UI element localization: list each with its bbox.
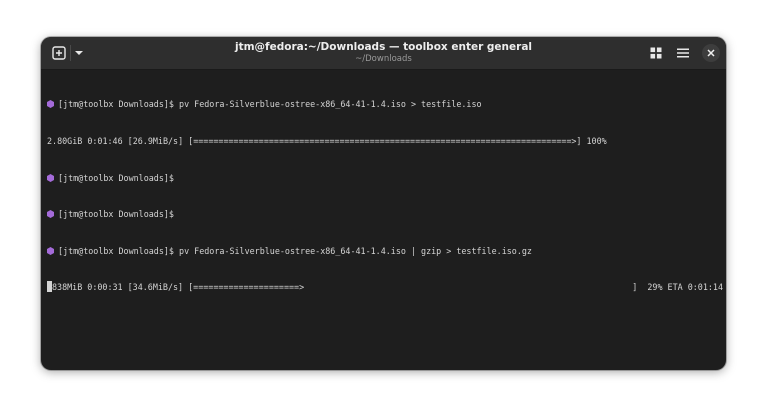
main-menu-button[interactable]	[673, 43, 693, 63]
header-bar: jtm@fedora:~/Downloads — toolbox enter g…	[41, 37, 726, 70]
terminal-line: 838MiB 0:00:31 [34.6MiB/s] [============…	[47, 281, 723, 293]
toolbox-prompt-icon	[47, 100, 54, 109]
terminal-line: 2.80GiB 0:01:46 [26.9MiB/s] [===========…	[47, 135, 723, 147]
terminal-line: [jtm@toolbx Downloads]$	[47, 208, 723, 220]
chevron-down-icon	[75, 51, 83, 55]
prompt-text: [jtm@toolbx Downloads]$	[58, 172, 174, 183]
hamburger-menu-icon	[677, 48, 689, 58]
command-text: pv Fedora-Silverblue-ostree-x86_64-41-1.…	[173, 245, 532, 256]
close-button[interactable]	[702, 44, 720, 62]
terminal-line: [jtm@toolbx Downloads]$	[47, 172, 723, 184]
prompt-text: [jtm@toolbx Downloads]$	[58, 245, 174, 256]
grid-icon	[650, 47, 662, 59]
toolbox-prompt-icon	[47, 210, 54, 219]
new-tab-button[interactable]	[49, 43, 69, 63]
progress-text: 838MiB 0:00:31 [34.6MiB/s] [============…	[52, 282, 305, 293]
window-title: jtm@fedora:~/Downloads — toolbox enter g…	[234, 41, 533, 53]
window-subtitle: ~/Downloads	[355, 54, 412, 64]
prompt-text: [jtm@toolbx Downloads]$	[58, 99, 174, 110]
prompt-text: [jtm@toolbx Downloads]$	[58, 209, 174, 220]
toolbox-prompt-icon	[47, 246, 54, 255]
terminal-window: jtm@fedora:~/Downloads — toolbox enter g…	[41, 37, 726, 370]
new-tab-dropdown-button[interactable]	[71, 43, 87, 63]
close-icon	[707, 49, 715, 57]
terminal-line: [jtm@toolbx Downloads]$ pv Fedora-Silver…	[47, 245, 723, 257]
tab-overview-button[interactable]	[646, 43, 666, 63]
terminal-output[interactable]: [jtm@toolbx Downloads]$ pv Fedora-Silver…	[47, 74, 723, 318]
terminal-line: [jtm@toolbx Downloads]$ pv Fedora-Silver…	[47, 98, 723, 110]
output-text: 2.80GiB 0:01:46 [26.9MiB/s] [===========…	[47, 136, 607, 146]
plus-square-icon	[52, 46, 66, 60]
toolbox-prompt-icon	[47, 173, 54, 182]
progress-status: ] 29% ETA 0:01:14	[632, 282, 723, 293]
command-text: pv Fedora-Silverblue-ostree-x86_64-41-1.…	[173, 99, 482, 110]
